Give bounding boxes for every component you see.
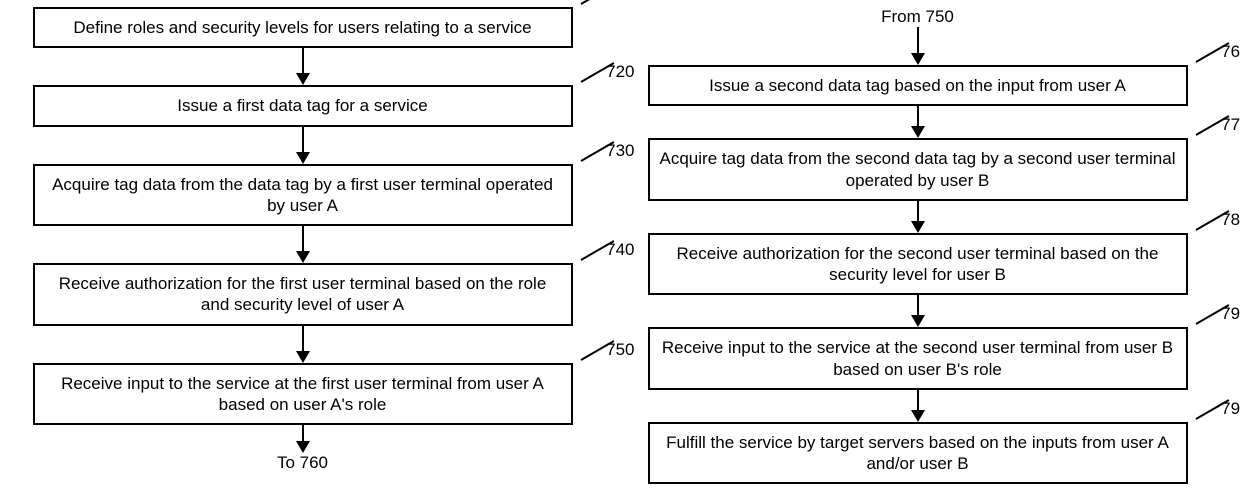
arrow-down-icon	[911, 295, 925, 327]
flow-box-text: Acquire tag data from the data tag by a …	[52, 175, 553, 215]
arrow-down-icon	[296, 48, 310, 85]
flow-box-text: Receive authorization for the second use…	[677, 244, 1159, 284]
arrow-down-icon	[296, 127, 310, 164]
flow-box-710: 710 Define roles and security levels for…	[33, 7, 573, 48]
flow-box-text: Issue a first data tag for a service	[177, 96, 427, 115]
exit-label: To 760	[277, 453, 328, 473]
arrow-down-icon	[911, 106, 925, 138]
flow-box-text: Define roles and security levels for use…	[73, 18, 531, 37]
flow-box-text: Acquire tag data from the second data ta…	[660, 149, 1176, 189]
ref-number: 710	[606, 0, 634, 4]
ref-number: 750	[606, 339, 634, 360]
flowchart-page: 710 Define roles and security levels for…	[0, 0, 1240, 501]
flow-box-text: Receive input to the service at the seco…	[662, 338, 1173, 378]
flow-box-760: 760 Issue a second data tag based on the…	[648, 65, 1188, 106]
flow-box-770: 770 Acquire tag data from the second dat…	[648, 138, 1188, 201]
flow-box-text: Receive input to the service at the firs…	[61, 374, 544, 414]
ref-number: 780	[1221, 209, 1240, 230]
entry-label: From 750	[881, 7, 954, 27]
ref-number: 770	[1221, 114, 1240, 135]
arrow-down-icon	[911, 390, 925, 422]
flow-box-795: 795 Fulfill the service by target server…	[648, 422, 1188, 485]
flow-box-text: Issue a second data tag based on the inp…	[709, 76, 1126, 95]
flow-box-text: Fulfill the service by target servers ba…	[666, 433, 1169, 473]
ref-number: 790	[1221, 303, 1240, 324]
ref-number: 720	[606, 61, 634, 82]
flow-box-720: 720 Issue a first data tag for a service	[33, 85, 573, 126]
flowchart-columns: 710 Define roles and security levels for…	[0, 0, 1240, 484]
flow-box-750: 750 Receive input to the service at the …	[33, 363, 573, 426]
flow-box-790: 790 Receive input to the service at the …	[648, 327, 1188, 390]
ref-number: 795	[1221, 398, 1240, 419]
flow-column-right: From 750 760 Issue a second data tag bas…	[635, 7, 1200, 484]
arrow-down-icon	[296, 425, 310, 453]
ref-number: 760	[1221, 41, 1240, 62]
flow-box-780: 780 Receive authorization for the second…	[648, 233, 1188, 296]
flow-column-left: 710 Define roles and security levels for…	[20, 7, 585, 484]
flow-box-740: 740 Receive authorization for the first …	[33, 263, 573, 326]
flow-box-text: Receive authorization for the first user…	[59, 274, 547, 314]
ref-number: 740	[606, 239, 634, 260]
arrow-down-icon	[911, 27, 925, 65]
flow-box-730: 730 Acquire tag data from the data tag b…	[33, 164, 573, 227]
arrow-down-icon	[296, 226, 310, 263]
arrow-down-icon	[911, 201, 925, 233]
arrow-down-icon	[296, 326, 310, 363]
ref-number: 730	[606, 140, 634, 161]
